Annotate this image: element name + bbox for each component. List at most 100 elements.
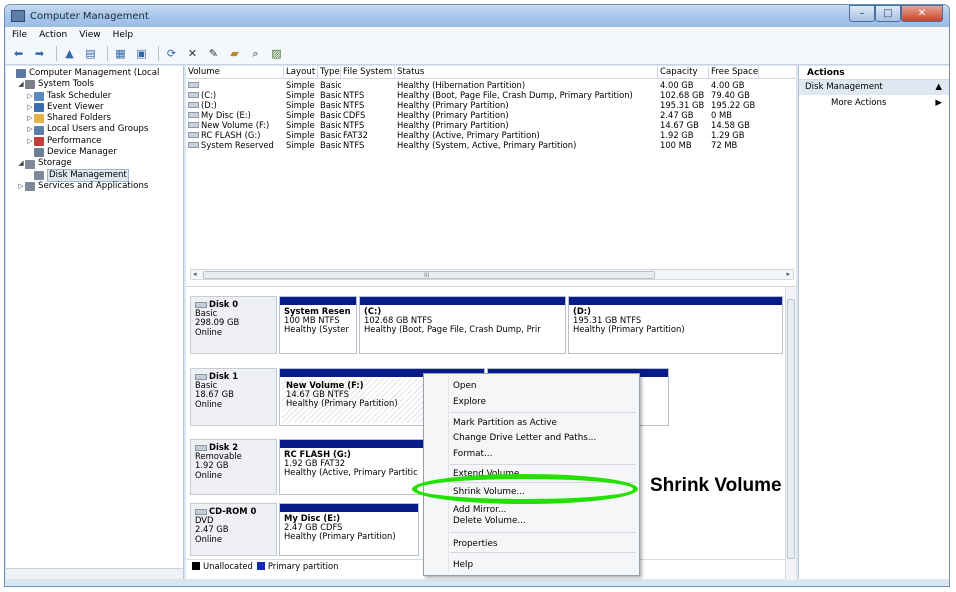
table-row[interactable]: System Reserved Simple Basic NTFS Healthy (S… [186,140,796,150]
table-cell: Simple [286,90,315,100]
context-menu-item-mark-partition-as-active[interactable]: Mark Partition as Active [453,418,557,428]
table-row[interactable]: (C:) Simple Basic NTFS Healthy (Boot, Page F… [186,90,796,100]
settings-icon[interactable]: ✎ [205,46,222,61]
disk-view-vertical-scrollbar[interactable] [785,287,796,580]
expanded-arrow-icon[interactable]: ◢ [17,158,25,169]
collapsed-arrow-icon[interactable]: ▷ [26,102,34,113]
partition-block[interactable]: My Disc (E:) 2.47 GB CDFS Healthy (Primary… [279,503,419,556]
context-menu-item-help[interactable]: Help [453,560,473,570]
collapsed-arrow-icon[interactable]: ▷ [26,136,34,147]
disk-icon[interactable]: ▨ [268,46,285,61]
table-cell: (C:) [186,90,284,100]
partition-text: System Resen 100 MB NTFS Healthy (Syster [280,305,356,335]
computer-icon [16,69,26,79]
table-cell [341,80,395,90]
menu-view[interactable]: View [79,30,100,40]
more-actions[interactable]: More Actions ▶ [799,95,949,111]
tree-horizontal-scrollbar[interactable] [6,568,183,579]
expanded-arrow-icon[interactable]: ◢ [17,79,25,90]
menu-action[interactable]: Action [39,30,67,40]
column-header[interactable]: Capacity [658,66,709,78]
partition-block[interactable]: System Resen 100 MB NTFS Healthy (Syster [279,296,357,354]
folder-icon[interactable]: ▰ [226,46,243,61]
context-menu-item-add-mirror[interactable]: Add Mirror... [453,505,506,515]
disk-info[interactable]: Disk 0 Basic 298.09 GB Online [190,296,277,354]
tree-item[interactable]: ▷ Shared Folders [6,113,183,124]
partition-block[interactable]: RC FLASH (G:) 1.92 GB FAT32 Healthy (Activ… [279,439,427,495]
table-row[interactable]: Simple Basic Healthy (Hibernation Partitio… [186,80,796,90]
tree-item[interactable]: Device Manager [6,147,183,158]
tree-item[interactable]: ▷ Task Scheduler [6,91,183,102]
menu-file[interactable]: File [12,30,27,40]
table-cell: 14.67 GB [660,120,699,130]
column-header[interactable]: Type [318,66,341,78]
table-row[interactable]: (D:) Simple Basic NTFS Healthy (Primary Part… [186,100,796,110]
disk-drive-icon [195,373,207,380]
tree-item[interactable]: Computer Management (Local [6,68,183,79]
back-icon[interactable]: ⬅ [10,46,27,61]
table-cell: My Disc (E:) [186,110,284,120]
up-icon[interactable]: ▲ [61,46,78,61]
forward-icon[interactable]: ➡ [31,46,48,61]
context-menu-item-delete-volume[interactable]: Delete Volume... [453,516,526,526]
context-menu-item-explore[interactable]: Explore [453,397,486,407]
column-header[interactable]: Free Space [709,66,759,78]
minimize-button[interactable]: – [849,5,875,22]
context-menu-item-open[interactable]: Open [453,381,477,391]
column-header[interactable]: Volume [186,66,284,78]
table-cell: Basic [320,80,341,90]
tree-item-label: Performance [47,135,102,146]
close-button[interactable]: ✕ [901,5,943,22]
tree-item[interactable]: ▷ Local Users and Groups [6,124,183,135]
search-icon[interactable]: ⌕ [247,46,264,61]
context-menu-item-change-drive-letter-and-paths[interactable]: Change Drive Letter and Paths... [453,433,596,443]
context-menu-item-properties[interactable]: Properties [453,539,497,549]
tree-item[interactable]: Disk Management [6,168,183,182]
column-header[interactable]: Status [395,66,658,78]
volume-table-header: Volume Layout Type File System Status Capacit… [186,66,796,79]
partition-color-bar [569,297,782,305]
help-icon[interactable]: ▣ [133,46,150,61]
volume-icon [188,82,199,88]
volume-list-horizontal-scrollbar[interactable]: ◂ III ▸ [190,269,794,280]
table-cell: (D:) [186,100,284,110]
column-header[interactable]: File System [341,66,395,78]
show-hide-tree-icon[interactable]: ▤ [82,46,99,61]
properties-icon[interactable]: ▦ [112,46,129,61]
collapse-arrow-icon[interactable]: ▲ [935,80,942,95]
delete-icon[interactable]: ✕ [184,46,201,61]
column-header[interactable]: Layout [284,66,318,78]
menu-help[interactable]: Help [113,30,134,40]
scroll-left-icon[interactable]: ◂ [193,270,197,278]
collapsed-arrow-icon[interactable]: ▷ [26,113,34,124]
scroll-thumb[interactable]: III [203,271,655,279]
collapsed-arrow-icon[interactable]: ▷ [17,181,25,192]
disk-info[interactable]: CD-ROM 0 DVD 2.47 GB Online [190,503,277,556]
table-row[interactable]: New Volume (F:) Simple Basic NTFS Healthy (P… [186,120,796,130]
disk-info[interactable]: Disk 2 Removable 1.92 GB Online [190,439,277,495]
tree-item[interactable]: ▷ Event Viewer [6,102,183,113]
partition-block[interactable]: (C:) 102.68 GB NTFS Healthy (Boot, Page Fi… [359,296,566,354]
title-bar[interactable]: Computer Management – □ ✕ [5,5,949,27]
scroll-thumb[interactable] [787,299,795,559]
refresh-icon[interactable]: ⟳ [163,46,180,61]
disk-info[interactable]: Disk 1 Basic 18.67 GB Online [190,368,277,426]
table-cell: Basic [320,100,341,110]
table-cell: NTFS [343,90,365,100]
storage-icon [25,159,35,169]
table-cell: 1.29 GB [711,130,745,140]
cd-rom-icon [195,508,207,515]
tree-item[interactable]: ▷ Services and Applications [6,181,183,192]
scroll-right-icon[interactable]: ▸ [786,270,790,278]
maximize-button[interactable]: □ [875,5,901,22]
tree-item[interactable]: ◢ System Tools [6,79,183,90]
tree-item-label: System Tools [38,79,94,90]
collapsed-arrow-icon[interactable]: ▷ [26,124,34,135]
context-menu-item-format[interactable]: Format... [453,449,492,459]
table-row[interactable]: My Disc (E:) Simple Basic CDFS Healthy (Prim… [186,110,796,120]
tree-item[interactable]: ▷ Performance [6,136,183,147]
collapsed-arrow-icon[interactable]: ▷ [26,91,34,102]
partition-block[interactable]: (D:) 195.31 GB NTFS Healthy (Primary Parti… [568,296,783,354]
table-row[interactable]: RC FLASH (G:) Simple Basic FAT32 Healthy (Ac… [186,130,796,140]
actions-section-disk-management[interactable]: Disk Management ▲ [799,80,949,95]
